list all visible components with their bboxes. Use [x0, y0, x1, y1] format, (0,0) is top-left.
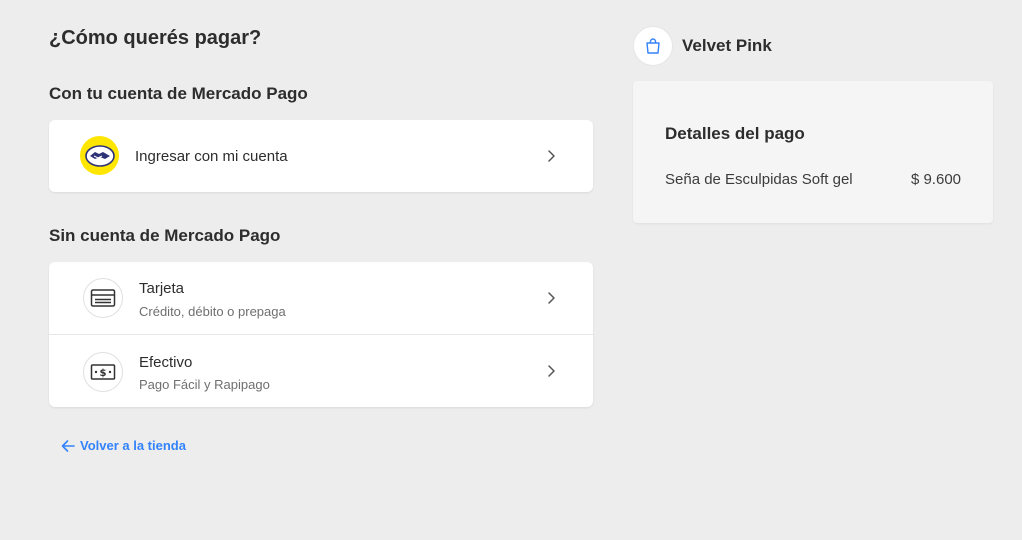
shopping-bag-icon [633, 26, 673, 66]
arrow-left-icon [61, 439, 75, 452]
payment-option-sublabel: Pago Fácil y Rapipago [139, 377, 270, 392]
summary-title: Detalles del pago [665, 124, 805, 143]
credit-card-icon [83, 278, 123, 318]
back-link-label: Volver a la tienda [80, 438, 186, 453]
chevron-right-icon [548, 292, 555, 304]
chevron-right-icon [548, 365, 555, 377]
payment-option-sublabel: Crédito, débito o prepaga [139, 304, 286, 319]
with-account-card: Ingresar con mi cuenta [49, 120, 593, 192]
payment-summary: Detalles del pago Seña de Esculpidas Sof… [633, 81, 993, 223]
back-to-store-link[interactable]: Volver a la tienda [61, 438, 186, 453]
checkout-page: ¿Cómo querés pagar? Con tu cuenta de Mer… [0, 0, 1022, 540]
cash-icon: $ [83, 352, 123, 392]
payment-option-efectivo[interactable]: $ Efectivo Pago Fácil y Rapipago [49, 334, 593, 407]
summary-item-price: $ 9.600 [910, 171, 961, 188]
without-account-heading: Sin cuenta de Mercado Pago [49, 226, 281, 245]
with-account-heading: Con tu cuenta de Mercado Pago [49, 84, 308, 103]
store-name: Velvet Pink [682, 36, 772, 55]
payment-option-label: Tarjeta [139, 280, 185, 297]
login-with-account-row[interactable]: Ingresar con mi cuenta [49, 120, 593, 192]
mercado-pago-logo-icon [80, 136, 119, 175]
store-header: Velvet Pink [633, 26, 772, 66]
payment-option-label: Efectivo [139, 354, 193, 371]
chevron-right-icon [548, 150, 555, 162]
summary-item-name: Seña de Esculpidas Soft gel [665, 171, 853, 188]
login-label: Ingresar con mi cuenta [135, 148, 288, 165]
payment-option-tarjeta[interactable]: Tarjeta Crédito, débito o prepaga [49, 262, 593, 334]
without-account-card: Tarjeta Crédito, débito o prepaga $ Efec… [49, 262, 593, 407]
page-title: ¿Cómo querés pagar? [49, 27, 262, 49]
svg-text:$: $ [100, 368, 107, 379]
